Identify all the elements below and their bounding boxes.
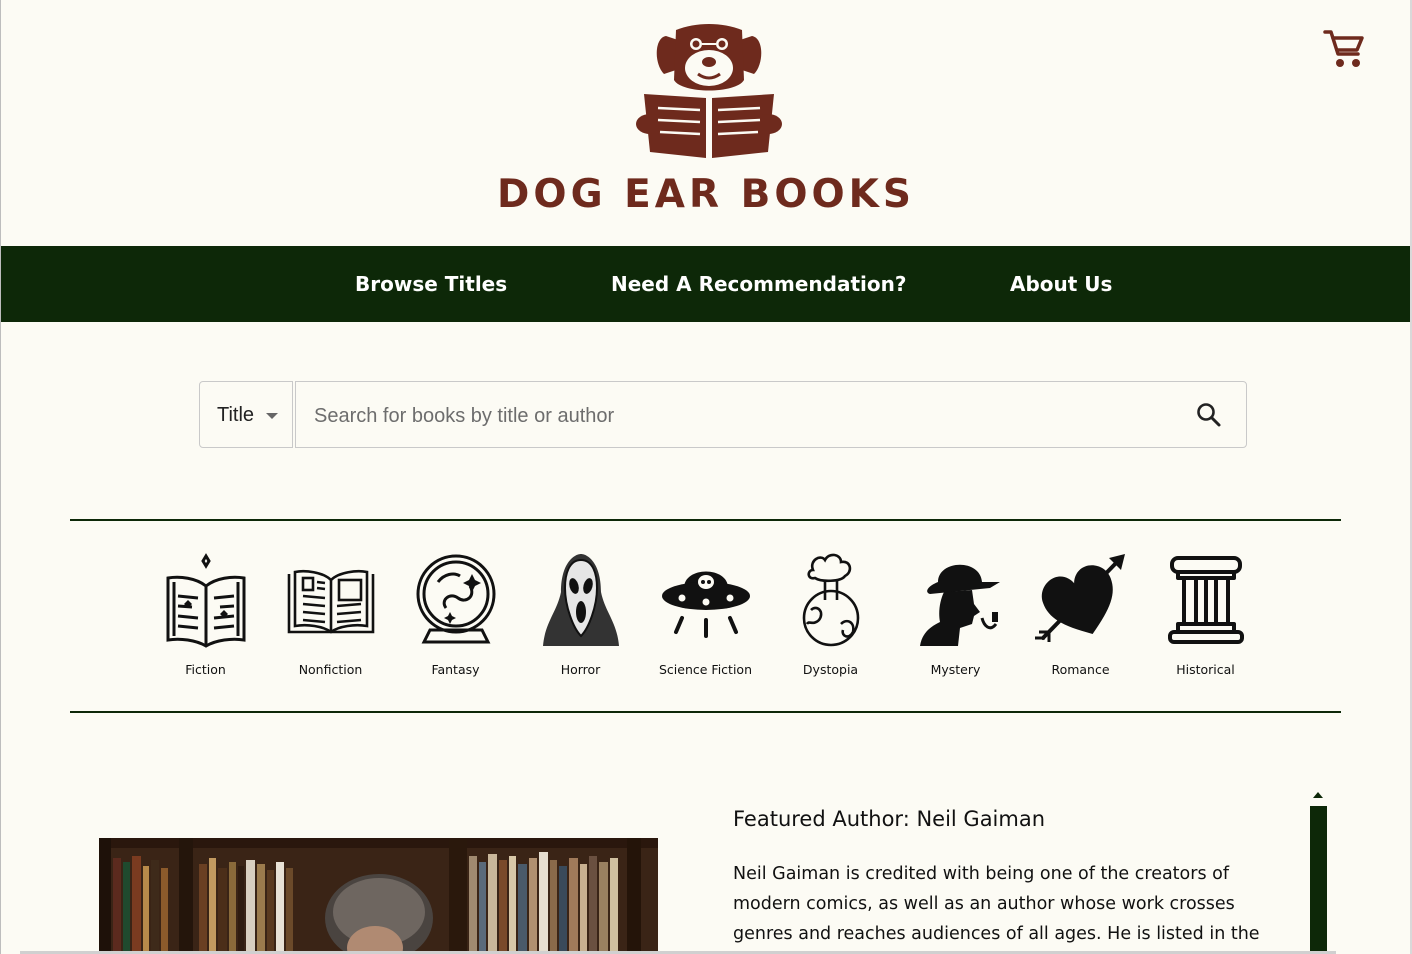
- genre-romance[interactable]: Romance: [1018, 552, 1143, 692]
- dog-reading-book-logo[interactable]: [636, 24, 782, 160]
- brand-name: DOG EAR BOOKS: [497, 172, 915, 217]
- site-header: DOG EAR BOOKS: [0, 0, 1412, 246]
- shopping-cart-icon[interactable]: [1322, 28, 1366, 70]
- genre-science-fiction[interactable]: Science Fiction: [643, 552, 768, 692]
- heart-arrow-icon: [1034, 554, 1125, 642]
- scroll-up-arrow[interactable]: [1313, 792, 1323, 798]
- genre-label: Dystopia: [802, 662, 859, 677]
- genre-label: Mystery: [930, 662, 981, 677]
- neil-gaiman-bookshelf-photo: [99, 838, 658, 954]
- crystal-ball-icon: [416, 554, 495, 644]
- detective-icon: [919, 564, 1000, 646]
- nav-about-us[interactable]: About Us: [1010, 246, 1112, 322]
- genre-label: Historical: [1176, 662, 1235, 677]
- genre-label: Romance: [1051, 662, 1110, 677]
- genre-mystery[interactable]: Mystery: [893, 552, 1018, 692]
- open-book-text-icon: [287, 569, 374, 634]
- genre-label: Fiction: [185, 662, 226, 677]
- genre-divider-bottom: [70, 711, 1341, 713]
- featured-author-title: Featured Author: Neil Gaiman: [733, 807, 1046, 831]
- genre-label: Fantasy: [431, 662, 480, 677]
- genre-nonfiction[interactable]: Nonfiction: [268, 552, 393, 692]
- greek-column-icon: [1167, 556, 1244, 644]
- nav-need-recommendation[interactable]: Need A Recommendation?: [611, 246, 906, 322]
- ghostface-mask-icon: [542, 554, 619, 646]
- genre-list: Fiction Nonfiction Fantasy Horror Scienc…: [70, 552, 1341, 692]
- genre-label: Science Fiction: [659, 662, 752, 677]
- nuclear-earth-icon: [802, 553, 859, 647]
- genre-label: Horror: [560, 662, 601, 677]
- genre-fantasy[interactable]: Fantasy: [393, 552, 518, 692]
- search-icon[interactable]: [1196, 402, 1222, 428]
- search-input-wrapper: [295, 381, 1247, 448]
- search-input[interactable]: [312, 398, 1176, 434]
- chevron-down-icon: [266, 413, 278, 419]
- main-navigation: Browse Titles Need A Recommendation? Abo…: [1, 246, 1410, 322]
- scrollbar-thumb[interactable]: [1310, 806, 1327, 954]
- genre-historical[interactable]: Historical: [1143, 552, 1268, 692]
- genre-dystopia[interactable]: Dystopia: [768, 552, 893, 692]
- search-filter-select[interactable]: Title: [199, 381, 293, 448]
- genre-horror[interactable]: Horror: [518, 552, 643, 692]
- featured-author-body: Neil Gaiman is credited with being one o…: [733, 864, 1260, 944]
- ufo-icon: [661, 571, 750, 638]
- nav-browse-titles[interactable]: Browse Titles: [355, 246, 507, 322]
- genre-divider-top: [70, 519, 1341, 521]
- open-book-sparkle-icon: [166, 553, 245, 648]
- genre-label: Nonfiction: [298, 662, 363, 677]
- search-bar: Title: [199, 381, 1248, 450]
- search-filter-value: Title: [217, 404, 255, 426]
- genre-fiction[interactable]: Fiction: [143, 552, 268, 692]
